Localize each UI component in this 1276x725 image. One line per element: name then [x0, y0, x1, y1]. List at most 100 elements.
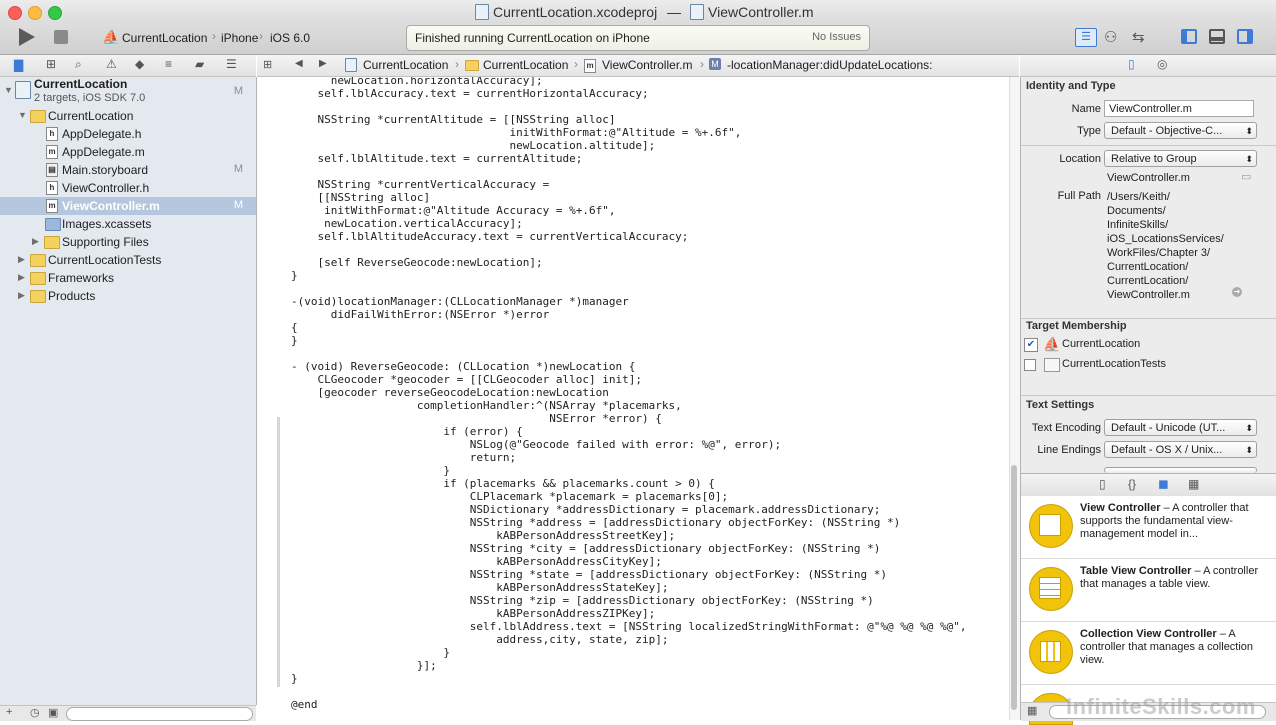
nav-item-viewcontroller-h[interactable]: h ViewController.h — [0, 179, 256, 197]
code-line[interactable]: NSString *state = [addressDictionary obj… — [291, 568, 967, 581]
project-root[interactable]: ▼ CurrentLocation 2 targets, iOS SDK 7.0… — [0, 77, 256, 107]
code-line[interactable]: completionHandler:^(NSArray *placemarks, — [291, 399, 967, 412]
breadcrumb-project[interactable]: CurrentLocation — [363, 58, 448, 72]
code-line[interactable]: if (placemarks && placemarks.count > 0) … — [291, 477, 967, 490]
code-line[interactable]: } — [291, 464, 967, 477]
file-inspector-icon[interactable]: ▯ — [1128, 57, 1135, 71]
filter-search-field[interactable] — [66, 707, 253, 721]
disclosure-open-icon[interactable]: ▼ — [4, 85, 13, 95]
forward-arrow-icon[interactable]: ▶ — [319, 58, 327, 69]
code-line[interactable]: } — [291, 334, 967, 347]
code-line[interactable]: { — [291, 321, 967, 334]
code-line[interactable]: address,city, state, zip]; — [291, 633, 967, 646]
code-text[interactable]: newLocation.horizontalAccuracy]; self.lb… — [291, 77, 967, 711]
log-navigator-icon[interactable]: ☰ — [226, 57, 237, 71]
encoding-popup[interactable]: Default - Unicode (UT... ⬍ — [1104, 419, 1257, 436]
code-line[interactable]: }]; — [291, 659, 967, 672]
scm-filter-icon[interactable]: ▣ — [48, 706, 58, 719]
code-line[interactable] — [291, 243, 967, 256]
code-line[interactable]: @end — [291, 698, 967, 711]
standard-editor-icon[interactable]: ☰ — [1075, 28, 1097, 47]
code-line[interactable]: NSError *error) { — [291, 412, 967, 425]
code-line[interactable]: if (error) { — [291, 425, 967, 438]
code-line[interactable]: initWithFormat:@"Altitude Accuracy = %+.… — [291, 204, 967, 217]
location-popup[interactable]: Relative to Group ⬍ — [1104, 150, 1257, 167]
breadcrumb-group[interactable]: CurrentLocation — [483, 58, 568, 72]
source-editor[interactable]: newLocation.horizontalAccuracy]; self.lb… — [281, 77, 1009, 720]
code-line[interactable]: NSString *city = [addressDictionary obje… — [291, 542, 967, 555]
zoom-window-button[interactable] — [48, 6, 62, 20]
code-snippet-library-icon[interactable]: {} — [1128, 477, 1136, 491]
code-line[interactable]: newLocation.verticalAccuracy]; — [291, 217, 967, 230]
file-template-library-icon[interactable]: ▯ — [1099, 477, 1106, 491]
code-line[interactable]: NSLog(@"Geocode failed with error: %@", … — [291, 438, 967, 451]
code-line[interactable]: NSString *address = [addressDictionary o… — [291, 516, 967, 529]
code-line[interactable]: NSString *currentAltitude = [[NSString a… — [291, 113, 967, 126]
sdk-selector[interactable]: iOS 6.0 — [270, 31, 310, 45]
nav-item-appdelegate-h[interactable]: h AppDelegate.h — [0, 125, 256, 143]
reveal-folder-icon[interactable]: ▭ — [1241, 170, 1251, 183]
device-selector[interactable]: iPhone — [221, 31, 258, 45]
breadcrumb-file[interactable]: ViewController.m — [602, 58, 692, 72]
symbol-navigator-icon[interactable]: ⊞ — [46, 57, 56, 71]
code-line[interactable]: initWithFormat:@"Altitude = %+.6f", — [291, 126, 967, 139]
code-line[interactable]: CLGeocoder *geocoder = [[CLGeocoder allo… — [291, 373, 967, 386]
code-line[interactable]: kABPersonAddressStateKey]; — [291, 581, 967, 594]
nav-item-currentlocation-group[interactable]: ▼ CurrentLocation — [0, 107, 256, 125]
name-field[interactable]: ViewController.m — [1104, 100, 1254, 117]
type-popup[interactable]: Default - Objective-C... ⬍ — [1104, 122, 1257, 139]
code-line[interactable] — [291, 685, 967, 698]
test-navigator-icon[interactable]: ◆ — [135, 57, 144, 71]
code-line[interactable]: newLocation.horizontalAccuracy]; — [291, 77, 967, 87]
stop-button[interactable] — [54, 30, 68, 44]
related-items-icon[interactable]: ⊞ — [263, 58, 272, 71]
debug-area-toggle-icon[interactable] — [1209, 29, 1225, 44]
disclosure-open-icon-2[interactable]: ▼ — [18, 110, 27, 120]
quick-help-icon[interactable]: ◎ — [1157, 57, 1167, 71]
nav-item-viewcontroller-m[interactable]: m ViewController.m M — [0, 197, 256, 215]
minimize-window-button[interactable] — [28, 6, 42, 20]
nav-item-images-xcassets[interactable]: Images.xcassets — [0, 215, 256, 233]
code-line[interactable]: [geocoder reverseGeocodeLocation:newLoca… — [291, 386, 967, 399]
code-line[interactable]: [[NSString alloc] — [291, 191, 967, 204]
code-line[interactable]: didFailWithError:(NSError *)error — [291, 308, 967, 321]
nav-item-supporting-files[interactable]: ▶ Supporting Files — [0, 233, 256, 251]
run-button[interactable] — [19, 28, 35, 46]
code-line[interactable]: self.lblAltitude.text = currentAltitude; — [291, 152, 967, 165]
version-editor-icon[interactable]: ⇆ — [1132, 28, 1145, 46]
nav-item-main-storyboard[interactable]: ▤ Main.storyboard M — [0, 161, 256, 179]
target-checkbox-currentlocation[interactable]: ✔ — [1024, 338, 1038, 352]
code-line[interactable]: self.lblAccuracy.text = currentHorizonta… — [291, 87, 967, 100]
code-line[interactable]: kABPersonAddressZIPKey]; — [291, 607, 967, 620]
code-line[interactable]: NSString *zip = [addressDictionary objec… — [291, 594, 967, 607]
code-line[interactable]: kABPersonAddressStreetKey]; — [291, 529, 967, 542]
reveal-in-finder-arrow-icon[interactable]: ➔ — [1232, 287, 1242, 297]
project-navigator-icon[interactable]: ▇ — [14, 58, 23, 72]
code-line[interactable]: - (void) ReverseGeocode: (CLLocation *)n… — [291, 360, 967, 373]
target-checkbox-tests[interactable] — [1024, 359, 1036, 371]
navigator-toggle-icon[interactable] — [1181, 29, 1197, 44]
code-line[interactable]: } — [291, 646, 967, 659]
code-line[interactable] — [291, 347, 967, 360]
library-item-view-controller[interactable]: View Controller – A controller that supp… — [1021, 496, 1276, 559]
code-line[interactable]: self.lblAltitudeAccuracy.text = currentV… — [291, 230, 967, 243]
code-line[interactable]: [self ReverseGeocode:newLocation]; — [291, 256, 967, 269]
code-line[interactable] — [291, 100, 967, 113]
code-line[interactable] — [291, 165, 967, 178]
add-file-icon[interactable]: + — [6, 706, 12, 718]
grid-view-icon[interactable]: ▦ — [1027, 704, 1037, 717]
issue-navigator-icon[interactable]: ⚠ — [106, 57, 117, 71]
code-line[interactable]: newLocation.altitude]; — [291, 139, 967, 152]
nav-item-frameworks[interactable]: ▶ Frameworks — [0, 269, 256, 287]
library-item-table-view-controller[interactable]: Table View Controller – A controller tha… — [1021, 559, 1276, 622]
nav-item-products[interactable]: ▶ Products — [0, 287, 256, 305]
utilities-toggle-icon[interactable] — [1237, 29, 1253, 44]
library-item-collection-view-controller[interactable]: Collection View Controller – A controlle… — [1021, 622, 1276, 685]
breakpoint-navigator-icon[interactable]: ▰ — [195, 57, 204, 71]
code-line[interactable]: CLPlacemark *placemark = placemarks[0]; — [291, 490, 967, 503]
editor-scroll-thumb[interactable] — [1011, 465, 1017, 710]
disclosure-closed-icon[interactable]: ▶ — [32, 236, 39, 247]
code-line[interactable] — [291, 282, 967, 295]
disclosure-closed-icon-4[interactable]: ▶ — [18, 290, 25, 301]
search-navigator-icon[interactable]: ⌕ — [75, 57, 82, 72]
